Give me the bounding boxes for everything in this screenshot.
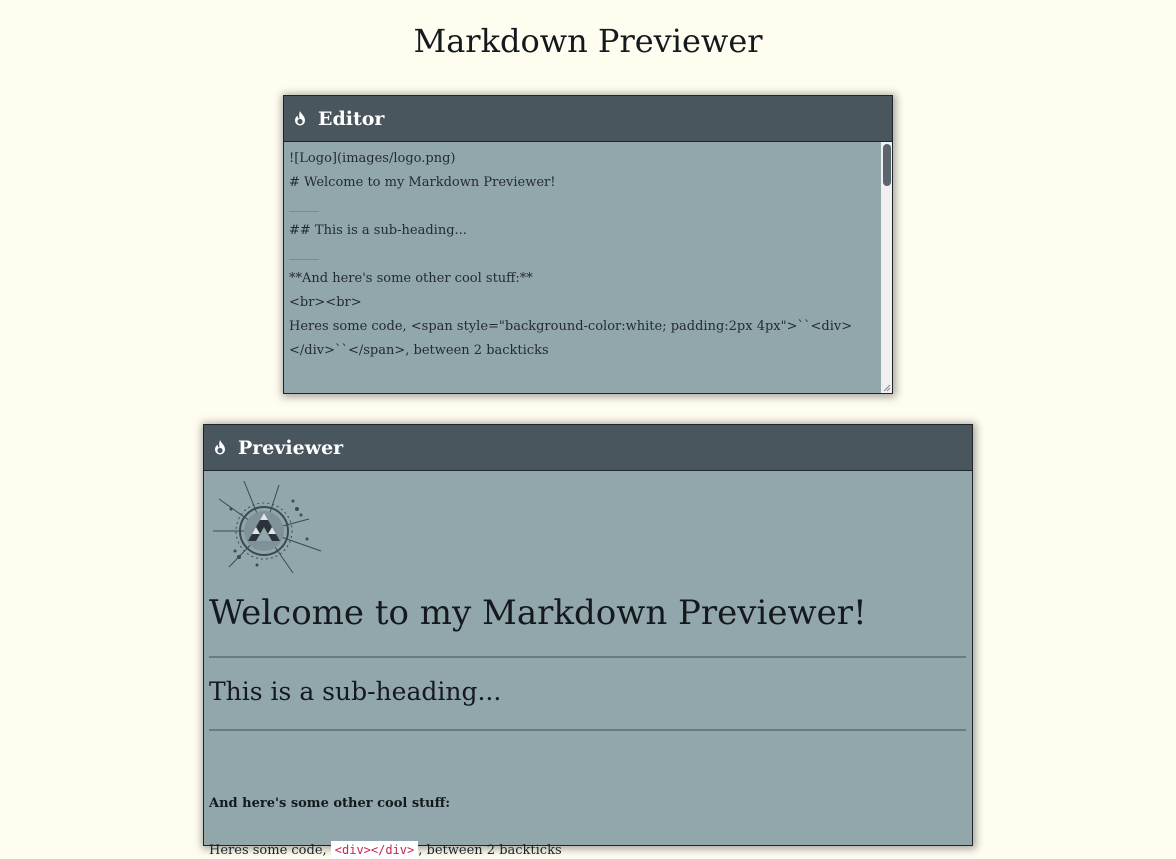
logo-image [209,479,325,575]
editor-scrollbar[interactable] [881,142,892,393]
editor-line: <br><br> [289,295,362,310]
editor-toolbar: Editor [284,96,892,142]
divider [209,729,966,731]
editor-line: ![Logo](images/logo.png) [289,151,456,166]
fire-icon [211,439,229,457]
editor-panel: Editor ![Logo](images/logo.png) # Welcome… [283,95,893,394]
code-suffix: , between 2 backticks [418,843,562,858]
previewer-title: Previewer [238,436,344,459]
inline-code: <div></div> [330,841,419,859]
previewer-toolbar: Previewer [204,425,972,471]
fire-icon [291,110,309,128]
editor-line: ______ [289,201,319,212]
editor-line: # Welcome to my Markdown Previewer! [289,175,556,190]
code-prefix: Heres some code, [209,843,331,858]
previewer-panel: Previewer Welcome to my Markdown Preview… [203,424,973,859]
editor-title: Editor [318,107,385,130]
editor-content[interactable]: ![Logo](images/logo.png) # Welcome to my … [289,147,874,363]
editor-textarea[interactable]: ![Logo](images/logo.png) # Welcome to my … [284,142,892,393]
editor-line: </div>``</span>, between 2 backticks [289,343,549,358]
divider [209,656,966,658]
preview-code-paragraph: Heres some code, <div></div>, between 2 … [209,841,562,859]
page-title: Markdown Previewer [413,22,763,60]
scroll-thumb[interactable] [883,144,891,186]
resize-handle[interactable] [883,384,891,392]
preview-heading-2: This is a sub-heading... [209,677,502,706]
preview-bold-text: And here's some other cool stuff: [209,796,451,811]
editor-line: **And here's some other cool stuff:** [289,271,533,286]
preview-heading-1: Welcome to my Markdown Previewer! [209,593,867,633]
editor-line: ## This is a sub-heading... [289,223,467,238]
editor-line: ______ [289,249,319,260]
editor-line: Heres some code, <span style="background… [289,319,853,334]
